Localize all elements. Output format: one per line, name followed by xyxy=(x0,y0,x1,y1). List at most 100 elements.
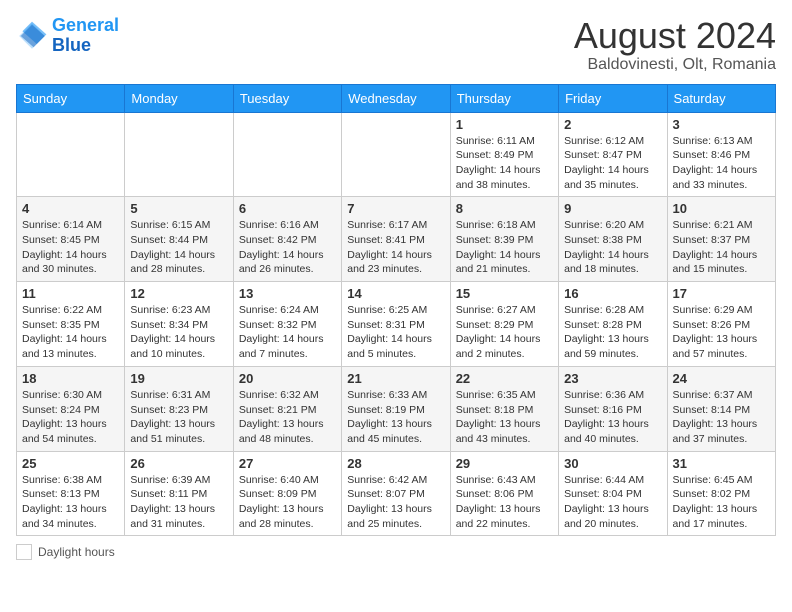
calendar-cell: 25 Sunrise: 6:38 AM Sunset: 8:13 PM Dayli… xyxy=(17,451,125,536)
day-number: 23 xyxy=(564,371,661,386)
calendar-cell: 3 Sunrise: 6:13 AM Sunset: 8:46 PM Daylig… xyxy=(667,112,775,197)
day-number: 29 xyxy=(456,456,553,471)
calendar-day-header: Friday xyxy=(559,84,667,112)
daylight-label: Daylight hours xyxy=(38,545,115,559)
day-info: Sunrise: 6:11 AM Sunset: 8:49 PM Dayligh… xyxy=(456,134,553,193)
day-info: Sunrise: 6:23 AM Sunset: 8:34 PM Dayligh… xyxy=(130,303,227,362)
day-info: Sunrise: 6:13 AM Sunset: 8:46 PM Dayligh… xyxy=(673,134,770,193)
calendar-cell: 29 Sunrise: 6:43 AM Sunset: 8:06 PM Dayli… xyxy=(450,451,558,536)
day-number: 31 xyxy=(673,456,770,471)
day-info: Sunrise: 6:30 AM Sunset: 8:24 PM Dayligh… xyxy=(22,388,119,447)
calendar-cell: 10Sunrise: 6:21 AM Sunset: 8:37 PM Dayli… xyxy=(667,197,775,282)
day-info: Sunrise: 6:15 AM Sunset: 8:44 PM Dayligh… xyxy=(130,218,227,277)
day-number: 18 xyxy=(22,371,119,386)
day-info: Sunrise: 6:35 AM Sunset: 8:18 PM Dayligh… xyxy=(456,388,553,447)
day-info: Sunrise: 6:18 AM Sunset: 8:39 PM Dayligh… xyxy=(456,218,553,277)
calendar-day-header: Monday xyxy=(125,84,233,112)
calendar-cell: 12 Sunrise: 6:23 AM Sunset: 8:34 PM Dayli… xyxy=(125,282,233,367)
day-info: Sunrise: 6:21 AM Sunset: 8:37 PM Dayligh… xyxy=(673,218,770,277)
day-info: Sunrise: 6:38 AM Sunset: 8:13 PM Dayligh… xyxy=(22,473,119,532)
day-info: Sunrise: 6:45 AM Sunset: 8:02 PM Dayligh… xyxy=(673,473,770,532)
day-info: Sunrise: 6:20 AM Sunset: 8:38 PM Dayligh… xyxy=(564,218,661,277)
calendar-cell: 18 Sunrise: 6:30 AM Sunset: 8:24 PM Dayli… xyxy=(17,366,125,451)
calendar-week-row: 18 Sunrise: 6:30 AM Sunset: 8:24 PM Dayli… xyxy=(17,366,776,451)
calendar-day-header: Saturday xyxy=(667,84,775,112)
day-number: 21 xyxy=(347,371,444,386)
calendar-cell: 27Sunrise: 6:40 AM Sunset: 8:09 PM Dayli… xyxy=(233,451,341,536)
calendar-cell xyxy=(342,112,450,197)
day-number: 26 xyxy=(130,456,227,471)
day-info: Sunrise: 6:28 AM Sunset: 8:28 PM Dayligh… xyxy=(564,303,661,362)
day-info: Sunrise: 6:17 AM Sunset: 8:41 PM Dayligh… xyxy=(347,218,444,277)
day-info: Sunrise: 6:44 AM Sunset: 8:04 PM Dayligh… xyxy=(564,473,661,532)
location-subtitle: Baldovinesti, Olt, Romania xyxy=(574,56,776,74)
calendar-cell: 22Sunrise: 6:35 AM Sunset: 8:18 PM Dayli… xyxy=(450,366,558,451)
calendar-week-row: 25 Sunrise: 6:38 AM Sunset: 8:13 PM Dayli… xyxy=(17,451,776,536)
calendar-week-row: 11 Sunrise: 6:22 AM Sunset: 8:35 PM Dayli… xyxy=(17,282,776,367)
day-info: Sunrise: 6:14 AM Sunset: 8:45 PM Dayligh… xyxy=(22,218,119,277)
day-info: Sunrise: 6:25 AM Sunset: 8:31 PM Dayligh… xyxy=(347,303,444,362)
calendar-cell: 31 Sunrise: 6:45 AM Sunset: 8:02 PM Dayli… xyxy=(667,451,775,536)
calendar-week-row: 4 Sunrise: 6:14 AM Sunset: 8:45 PM Daylig… xyxy=(17,197,776,282)
day-number: 25 xyxy=(22,456,119,471)
day-number: 12 xyxy=(130,286,227,301)
calendar-cell xyxy=(125,112,233,197)
calendar-cell: 21 Sunrise: 6:33 AM Sunset: 8:19 PM Dayli… xyxy=(342,366,450,451)
calendar-week-row: 1Sunrise: 6:11 AM Sunset: 8:49 PM Daylig… xyxy=(17,112,776,197)
calendar-cell: 15 Sunrise: 6:27 AM Sunset: 8:29 PM Dayli… xyxy=(450,282,558,367)
calendar-day-header: Sunday xyxy=(17,84,125,112)
day-info: Sunrise: 6:32 AM Sunset: 8:21 PM Dayligh… xyxy=(239,388,336,447)
calendar-cell: 11 Sunrise: 6:22 AM Sunset: 8:35 PM Dayli… xyxy=(17,282,125,367)
day-number: 16 xyxy=(564,286,661,301)
logo-icon xyxy=(16,20,48,52)
day-info: Sunrise: 6:43 AM Sunset: 8:06 PM Dayligh… xyxy=(456,473,553,532)
calendar-cell: 9 Sunrise: 6:20 AM Sunset: 8:38 PM Daylig… xyxy=(559,197,667,282)
day-number: 11 xyxy=(22,286,119,301)
day-info: Sunrise: 6:27 AM Sunset: 8:29 PM Dayligh… xyxy=(456,303,553,362)
calendar-cell: 8 Sunrise: 6:18 AM Sunset: 8:39 PM Daylig… xyxy=(450,197,558,282)
day-info: Sunrise: 6:42 AM Sunset: 8:07 PM Dayligh… xyxy=(347,473,444,532)
calendar-cell xyxy=(17,112,125,197)
calendar-cell: 23Sunrise: 6:36 AM Sunset: 8:16 PM Dayli… xyxy=(559,366,667,451)
calendar-header-row: SundayMondayTuesdayWednesdayThursdayFrid… xyxy=(17,84,776,112)
day-info: Sunrise: 6:22 AM Sunset: 8:35 PM Dayligh… xyxy=(22,303,119,362)
calendar-day-header: Tuesday xyxy=(233,84,341,112)
calendar-cell: 24 Sunrise: 6:37 AM Sunset: 8:14 PM Dayli… xyxy=(667,366,775,451)
calendar-cell: 30 Sunrise: 6:44 AM Sunset: 8:04 PM Dayli… xyxy=(559,451,667,536)
day-info: Sunrise: 6:37 AM Sunset: 8:14 PM Dayligh… xyxy=(673,388,770,447)
day-number: 6 xyxy=(239,201,336,216)
calendar-day-header: Wednesday xyxy=(342,84,450,112)
day-number: 4 xyxy=(22,201,119,216)
day-number: 7 xyxy=(347,201,444,216)
calendar-cell xyxy=(233,112,341,197)
calendar-cell: 1Sunrise: 6:11 AM Sunset: 8:49 PM Daylig… xyxy=(450,112,558,197)
month-year-title: August 2024 xyxy=(574,16,776,56)
day-number: 24 xyxy=(673,371,770,386)
calendar-cell: 14 Sunrise: 6:25 AM Sunset: 8:31 PM Dayli… xyxy=(342,282,450,367)
calendar-cell: 17Sunrise: 6:29 AM Sunset: 8:26 PM Dayli… xyxy=(667,282,775,367)
day-number: 13 xyxy=(239,286,336,301)
calendar-table: SundayMondayTuesdayWednesdayThursdayFrid… xyxy=(16,84,776,537)
day-number: 28 xyxy=(347,456,444,471)
day-number: 3 xyxy=(673,117,770,132)
day-number: 15 xyxy=(456,286,553,301)
calendar-cell: 6Sunrise: 6:16 AM Sunset: 8:42 PM Daylig… xyxy=(233,197,341,282)
day-info: Sunrise: 6:39 AM Sunset: 8:11 PM Dayligh… xyxy=(130,473,227,532)
day-info: Sunrise: 6:33 AM Sunset: 8:19 PM Dayligh… xyxy=(347,388,444,447)
day-number: 9 xyxy=(564,201,661,216)
page-header: General Blue August 2024 Baldovinesti, O… xyxy=(16,16,776,74)
calendar-footer: Daylight hours xyxy=(16,544,776,560)
day-number: 14 xyxy=(347,286,444,301)
day-number: 8 xyxy=(456,201,553,216)
calendar-cell: 16 Sunrise: 6:28 AM Sunset: 8:28 PM Dayli… xyxy=(559,282,667,367)
calendar-cell: 19Sunrise: 6:31 AM Sunset: 8:23 PM Dayli… xyxy=(125,366,233,451)
day-number: 30 xyxy=(564,456,661,471)
day-number: 19 xyxy=(130,371,227,386)
calendar-day-header: Thursday xyxy=(450,84,558,112)
calendar-cell: 13Sunrise: 6:24 AM Sunset: 8:32 PM Dayli… xyxy=(233,282,341,367)
daylight-box-icon xyxy=(16,544,32,560)
day-number: 20 xyxy=(239,371,336,386)
title-block: August 2024 Baldovinesti, Olt, Romania xyxy=(574,16,776,74)
calendar-cell: 20 Sunrise: 6:32 AM Sunset: 8:21 PM Dayli… xyxy=(233,366,341,451)
day-number: 5 xyxy=(130,201,227,216)
